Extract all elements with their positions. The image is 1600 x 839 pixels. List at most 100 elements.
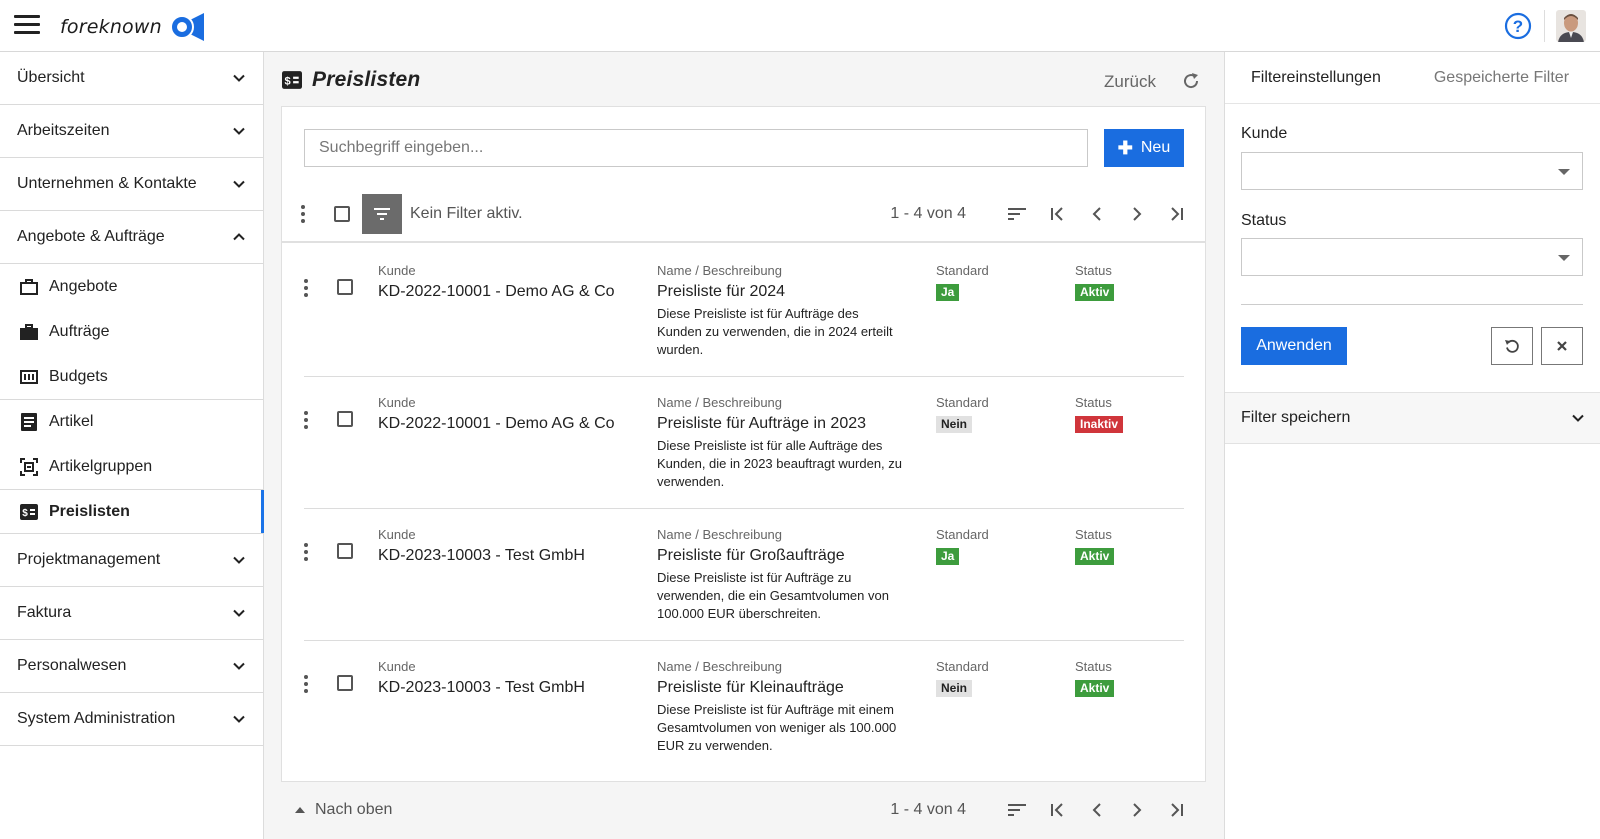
pager-top: 1 - 4 von 4 <box>890 188 1188 240</box>
select-all-checkbox[interactable] <box>334 206 350 222</box>
row-checkbox[interactable] <box>337 675 353 691</box>
svg-text:$: $ <box>22 508 28 519</box>
page-title: Preislisten <box>312 68 421 91</box>
sidebar-group-unternehmen[interactable]: Unternehmen & Kontakte <box>0 158 263 211</box>
app-logo[interactable]: foreknown <box>60 12 206 42</box>
sidebar-item-preislisten[interactable]: $ Preislisten <box>0 489 264 534</box>
row-checkbox[interactable] <box>337 411 353 427</box>
filter-divider <box>1241 304 1583 305</box>
table-row[interactable]: Kunde KD-2022-10001 - Demo AG & Co Name … <box>304 243 1184 377</box>
kunde-value: KD-2022-10001 - Demo AG & Co <box>378 283 615 300</box>
column-label: Standard <box>936 263 989 278</box>
sidebar-group-label: Übersicht <box>17 69 85 86</box>
sidebar-group-arbeitszeiten[interactable]: Arbeitszeiten <box>0 105 263 158</box>
price-list-icon: $ <box>282 71 302 89</box>
cell-status: Status Aktiv <box>1075 659 1115 697</box>
scroll-to-top-link[interactable]: Nach oben <box>295 801 392 819</box>
next-page-icon[interactable] <box>1126 799 1148 821</box>
briefcase-outline-icon <box>19 277 39 297</box>
first-page-icon[interactable] <box>1046 799 1068 821</box>
standard-badge: Ja <box>936 548 960 565</box>
user-avatar[interactable] <box>1556 10 1586 42</box>
chevron-down-icon <box>233 556 245 564</box>
chevron-up-icon <box>233 233 245 241</box>
pager-count: 1 - 4 von 4 <box>890 205 966 222</box>
table-row[interactable]: Kunde KD-2023-10003 - Test GmbH Name / B… <box>304 639 1184 773</box>
table-row[interactable]: Kunde KD-2022-10001 - Demo AG & Co Name … <box>304 375 1184 509</box>
row-actions-icon[interactable] <box>304 675 308 693</box>
cell-standard: Standard Nein <box>936 395 989 433</box>
sidebar-group-personalwesen[interactable]: Personalwesen <box>0 640 263 693</box>
search-input[interactable] <box>304 129 1088 167</box>
filter-panel: Filtereinstellungen Gespeicherte Filter … <box>1224 52 1600 839</box>
sidebar-group-label: Personalwesen <box>17 657 127 674</box>
sidebar-group-uebersicht[interactable]: Übersicht <box>0 52 263 105</box>
kunde-value: KD-2022-10001 - Demo AG & Co <box>378 415 615 432</box>
chevron-down-icon <box>233 180 245 188</box>
main-content: $ Preislisten Zurück ✚ Neu Kein Filter a… <box>264 52 1224 839</box>
sidebar-item-auftraege[interactable]: Aufträge <box>0 309 263 354</box>
name-value: Preisliste für Kleinaufträge <box>657 679 844 696</box>
sort-icon[interactable] <box>1006 203 1028 225</box>
tab-saved-filters[interactable]: Gespeicherte Filter <box>1434 69 1569 87</box>
back-link[interactable]: Zurück <box>1104 72 1156 92</box>
kunde-value: KD-2023-10003 - Test GmbH <box>378 547 585 564</box>
sidebar-item-artikel[interactable]: Artikel <box>0 399 263 444</box>
sidebar-group-angebote-auftraege[interactable]: Angebote & Aufträge <box>0 211 263 264</box>
topbar-divider <box>1544 10 1545 42</box>
table-row[interactable]: Kunde KD-2023-10003 - Test GmbH Name / B… <box>304 507 1184 641</box>
more-actions-icon[interactable] <box>301 205 305 223</box>
sort-icon[interactable] <box>1006 799 1028 821</box>
dropdown-caret-icon <box>1558 255 1570 261</box>
apply-filter-button[interactable]: Anwenden <box>1241 327 1347 365</box>
row-actions-icon[interactable] <box>304 279 308 297</box>
next-page-icon[interactable] <box>1126 203 1148 225</box>
sidebar-item-label: Preislisten <box>49 502 130 520</box>
logo-text: foreknown <box>60 16 162 38</box>
top-bar: foreknown ? <box>0 0 1600 52</box>
cell-status: Status Aktiv <box>1075 263 1115 301</box>
sidebar-item-label: Budgets <box>49 367 108 385</box>
save-filter-expander[interactable]: Filter speichern <box>1225 392 1600 444</box>
column-label: Name / Beschreibung <box>657 395 783 410</box>
sidebar-group-faktura[interactable]: Faktura <box>0 587 263 640</box>
cell-status: Status Inaktiv <box>1075 395 1124 433</box>
column-label: Name / Beschreibung <box>657 263 783 278</box>
sidebar-group-label: Unternehmen & Kontakte <box>17 175 197 192</box>
sidebar-item-artikelgruppen[interactable]: Artikelgruppen <box>0 444 263 489</box>
standard-badge: Nein <box>936 680 973 697</box>
column-label: Status <box>1075 263 1112 278</box>
row-checkbox[interactable] <box>337 543 353 559</box>
tab-filter-settings[interactable]: Filtereinstellungen <box>1251 69 1381 87</box>
prev-page-icon[interactable] <box>1086 799 1108 821</box>
row-actions-icon[interactable] <box>304 543 308 561</box>
row-checkbox[interactable] <box>337 279 353 295</box>
sidebar-item-label: Aufträge <box>49 322 110 340</box>
sidebar-item-angebote[interactable]: Angebote <box>0 264 263 309</box>
save-filter-label: Filter speichern <box>1241 409 1351 426</box>
help-icon[interactable]: ? <box>1504 12 1532 40</box>
last-page-icon[interactable] <box>1166 203 1188 225</box>
status-filter-select[interactable] <box>1241 238 1583 276</box>
close-icon <box>1557 341 1567 351</box>
sidebar-item-budgets[interactable]: Budgets <box>0 354 263 399</box>
briefcase-icon <box>19 322 39 342</box>
cell-name: Name / Beschreibung Preisliste für Klein… <box>657 659 907 755</box>
close-filter-button[interactable] <box>1541 327 1583 365</box>
last-page-icon[interactable] <box>1166 799 1188 821</box>
status-badge: Aktiv <box>1075 680 1115 697</box>
first-page-icon[interactable] <box>1046 203 1068 225</box>
description-value: Diese Preisliste ist für Aufträge zu ver… <box>657 570 889 621</box>
kunde-filter-select[interactable] <box>1241 152 1583 190</box>
new-button[interactable]: ✚ Neu <box>1104 129 1184 167</box>
filter-toggle-button[interactable] <box>362 194 402 234</box>
sidebar-group-projektmanagement[interactable]: Projektmanagement <box>0 534 263 587</box>
reset-filter-button[interactable] <box>1491 327 1533 365</box>
chevron-down-icon <box>233 662 245 670</box>
filter-status-text: Kein Filter aktiv. <box>410 205 523 222</box>
menu-icon[interactable] <box>14 15 40 37</box>
row-actions-icon[interactable] <box>304 411 308 429</box>
prev-page-icon[interactable] <box>1086 203 1108 225</box>
sidebar-group-system-administration[interactable]: System Administration <box>0 693 263 746</box>
refresh-icon[interactable] <box>1181 71 1201 91</box>
